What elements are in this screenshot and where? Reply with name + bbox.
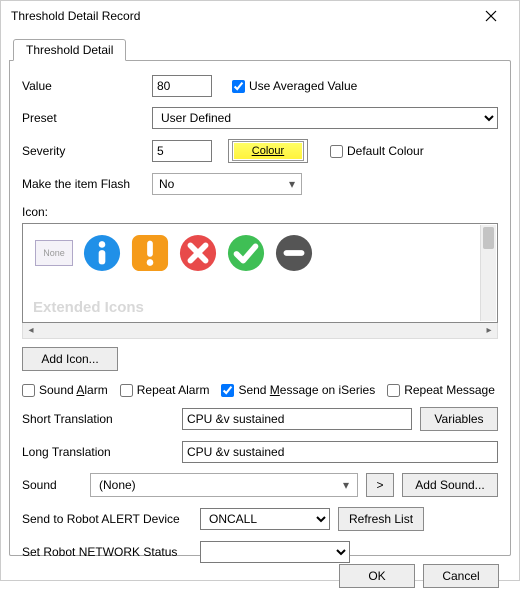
sound-select[interactable]	[90, 473, 358, 497]
severity-input[interactable]	[152, 140, 212, 162]
window-title: Threshold Detail Record	[11, 9, 140, 23]
icon-none[interactable]: None	[35, 240, 73, 266]
ok-button[interactable]: OK	[339, 564, 415, 588]
use-averaged-checkbox-input[interactable]	[232, 80, 245, 93]
tab-threshold-detail[interactable]: Threshold Detail	[13, 39, 126, 61]
network-status-select[interactable]	[200, 541, 350, 563]
icon-label: Icon:	[22, 205, 498, 219]
default-colour-checkbox[interactable]: Default Colour	[330, 144, 424, 158]
cancel-button[interactable]: Cancel	[423, 564, 499, 588]
refresh-list-button[interactable]: Refresh List	[338, 507, 424, 531]
variables-button[interactable]: Variables	[420, 407, 498, 431]
block-icon[interactable]	[275, 234, 313, 272]
error-icon[interactable]	[179, 234, 217, 272]
long-translation-input[interactable]	[182, 441, 498, 463]
icon-picker[interactable]: None Extended Icons	[22, 223, 498, 323]
default-colour-checkbox-input[interactable]	[330, 145, 343, 158]
send-iseries-checkbox[interactable]: Send Message on iSeries	[221, 383, 375, 397]
ok-icon[interactable]	[227, 234, 265, 272]
alert-device-label: Send to Robot ALERT Device	[22, 512, 192, 526]
sound-label: Sound	[22, 478, 82, 492]
repeat-message-checkbox[interactable]: Repeat Message	[387, 383, 495, 397]
network-status-label: Set Robot NETWORK Status	[22, 545, 192, 559]
icon-scrollbar-horizontal[interactable]: ◂ ▸	[22, 323, 498, 339]
scroll-right-icon[interactable]: ▸	[481, 323, 497, 338]
short-translation-label: Short Translation	[22, 412, 182, 426]
value-input[interactable]	[152, 75, 212, 97]
play-sound-button[interactable]: >	[366, 473, 394, 497]
flash-select[interactable]	[152, 173, 302, 195]
extended-icons-label: Extended Icons	[33, 299, 144, 316]
preset-select[interactable]: User Defined	[152, 107, 498, 129]
repeat-alarm-checkbox[interactable]: Repeat Alarm	[120, 383, 210, 397]
scroll-left-icon[interactable]: ◂	[23, 323, 39, 338]
value-label: Value	[22, 79, 152, 93]
colour-button[interactable]: Colour	[228, 139, 308, 163]
close-icon[interactable]	[471, 2, 511, 30]
add-sound-button[interactable]: Add Sound...	[402, 473, 498, 497]
short-translation-input[interactable]	[182, 408, 412, 430]
use-averaged-label: Use Averaged Value	[249, 79, 357, 93]
icon-scrollbar-vertical[interactable]	[480, 225, 496, 321]
colour-button-label: Colour	[232, 141, 304, 161]
use-averaged-checkbox[interactable]: Use Averaged Value	[232, 79, 357, 93]
long-translation-label: Long Translation	[22, 445, 182, 459]
sound-alarm-checkbox[interactable]: Sound Alarm	[22, 383, 108, 397]
default-colour-label: Default Colour	[347, 144, 424, 158]
info-icon[interactable]	[83, 234, 121, 272]
add-icon-button[interactable]: Add Icon...	[22, 347, 118, 371]
preset-label: Preset	[22, 111, 152, 125]
warning-icon[interactable]	[131, 234, 169, 272]
alert-device-select[interactable]: ONCALL	[200, 508, 330, 530]
severity-label: Severity	[22, 144, 152, 158]
flash-label: Make the item Flash	[22, 177, 152, 191]
